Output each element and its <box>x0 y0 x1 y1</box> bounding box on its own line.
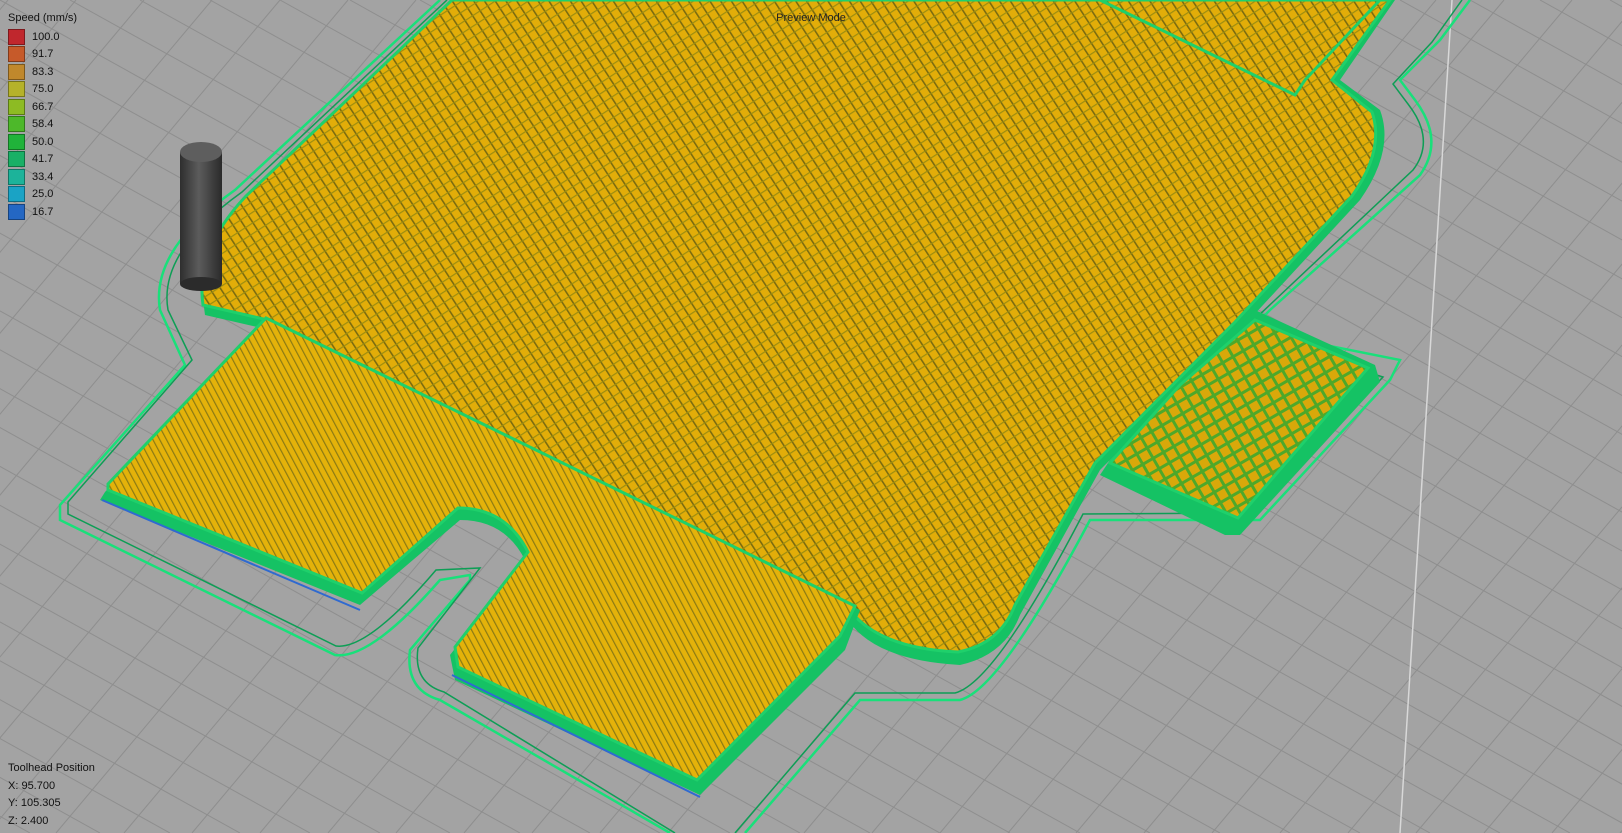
legend-value: 91.7 <box>32 48 54 61</box>
toolhead-position-panel: Toolhead Position X: 95.700 Y: 105.305 Z… <box>8 760 95 830</box>
legend-row: 66.7 <box>8 98 77 116</box>
legend-row: 41.7 <box>8 151 77 169</box>
legend-row: 33.4 <box>8 168 77 186</box>
legend-value: 33.4 <box>32 170 54 183</box>
legend-swatch <box>8 151 25 168</box>
legend-row: 75.0 <box>8 81 77 99</box>
legend-swatch <box>8 168 25 185</box>
legend-value: 41.7 <box>32 153 54 166</box>
legend-swatch <box>8 46 25 63</box>
legend-row: 16.7 <box>8 203 77 221</box>
legend-swatch <box>8 98 25 115</box>
legend-value: 25.0 <box>32 188 54 201</box>
preview-mode-label: Preview Mode <box>776 12 846 24</box>
legend-swatch <box>8 81 25 98</box>
3d-preview-viewport[interactable] <box>0 0 1622 833</box>
legend-value: 83.3 <box>32 65 54 78</box>
legend-value: 100.0 <box>32 30 60 43</box>
legend-swatch <box>8 203 25 220</box>
legend-value: 58.4 <box>32 118 54 131</box>
legend-value: 50.0 <box>32 135 54 148</box>
legend-row: 58.4 <box>8 116 77 134</box>
legend-swatch <box>8 116 25 133</box>
legend-row: 25.0 <box>8 186 77 204</box>
toolhead-y: Y: 105.305 <box>8 797 61 809</box>
legend-title: Speed (mm/s) <box>8 12 78 24</box>
legend-value: 16.7 <box>32 205 54 218</box>
legend-value: 75.0 <box>32 83 54 96</box>
speed-legend: Speed (mm/s) 100.0 91.7 83.3 75.0 66.7 58.4 50… <box>8 12 77 221</box>
toolhead-z: Z: 2.400 <box>8 814 49 827</box>
legend-swatch <box>8 63 25 80</box>
legend-row: 50.0 <box>8 133 77 151</box>
toolhead-x: X: 95.700 <box>8 779 56 792</box>
toolhead-title: Toolhead Position <box>8 762 95 774</box>
legend-row: 83.3 <box>8 63 77 81</box>
legend-swatch <box>8 186 25 203</box>
legend-swatch <box>8 133 25 150</box>
legend-value: 66.7 <box>32 100 54 113</box>
legend-row: 100.0 <box>8 28 77 46</box>
legend-swatch <box>8 28 25 45</box>
legend-row: 91.7 <box>8 46 77 64</box>
toolhead-marker <box>180 142 222 291</box>
